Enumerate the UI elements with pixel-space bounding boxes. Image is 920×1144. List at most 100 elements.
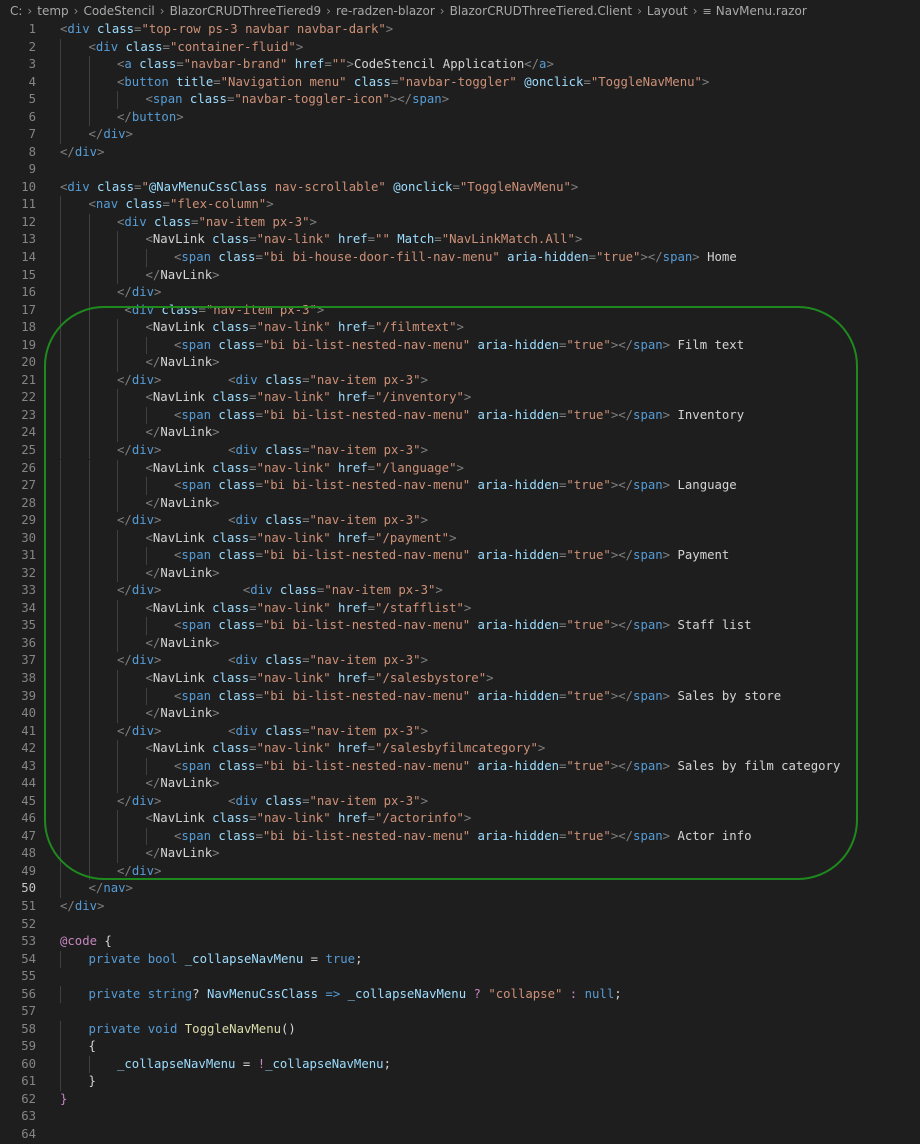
code-line[interactable]: 41 </div> <div class="nav-item px-3"> — [0, 723, 920, 741]
code-token: button — [131, 109, 177, 124]
code-line[interactable]: 16 </div> — [0, 284, 920, 302]
code-line[interactable]: 1 <div class="top-row ps-3 navbar navbar-… — [0, 21, 920, 39]
code-line[interactable]: 58 private void ToggleNavMenu() — [0, 1021, 920, 1039]
code-token: div — [131, 442, 155, 457]
code-line[interactable]: 34 <NavLink class="nav-link" href="/staff… — [0, 600, 920, 618]
code-line[interactable]: 4 <button title="Navigation menu" class="… — [0, 74, 920, 92]
code-token: "collapse" — [488, 986, 563, 1001]
code-line[interactable]: 21 </div> <div class="nav-item px-3"> — [0, 372, 920, 390]
code-line[interactable]: 59 { — [0, 1038, 920, 1056]
breadcrumb-item[interactable]: CodeStencil — [83, 4, 154, 18]
breadcrumb-item[interactable]: C: — [10, 4, 22, 18]
code-line[interactable]: 52 — [0, 916, 920, 934]
code-line[interactable]: 64 — [0, 1126, 920, 1144]
indent-guide — [88, 722, 90, 741]
code-text: </div> — [89, 126, 133, 144]
code-line[interactable]: 12 <div class="nav-item px-3"> — [0, 214, 920, 232]
code-line[interactable]: 13 <NavLink class="nav-link" href="" Matc… — [0, 231, 920, 249]
code-line[interactable]: 45 </div> <div class="nav-item px-3"> — [0, 793, 920, 811]
indent-guide — [145, 547, 147, 565]
code-line[interactable]: 17 <div class="nav-item px-3"> — [0, 302, 920, 320]
indent-guide — [88, 582, 90, 600]
code-line[interactable]: 14 <span class="bi bi-house-door-fill-nav… — [0, 249, 920, 267]
code-line[interactable]: 36 </NavLink> — [0, 635, 920, 653]
indent-guide — [60, 213, 61, 232]
breadcrumb-item[interactable]: Layout — [647, 4, 688, 18]
code-line[interactable]: 11 <nav class="flex-column"> — [0, 196, 920, 214]
code-token: "" — [375, 232, 390, 247]
code-token: = — [302, 653, 310, 668]
code-token: class — [131, 57, 177, 72]
code-token: < — [161, 442, 236, 457]
breadcrumb-item[interactable]: BlazorCRUDThreeTiered.Client — [450, 4, 633, 18]
code-line[interactable]: 43 <span class="bi bi-list-nested-nav-men… — [0, 758, 920, 776]
code-token: "ToggleNavMenu" — [459, 179, 571, 194]
code-line[interactable]: 2 <div class="container-fluid"> — [0, 39, 920, 57]
code-token: div — [95, 39, 119, 54]
code-line[interactable]: 25 </div> <div class="nav-item px-3"> — [0, 442, 920, 460]
code-line[interactable]: 44 </NavLink> — [0, 775, 920, 793]
code-token: class — [346, 74, 391, 89]
code-line[interactable]: 8 </div> — [0, 144, 920, 162]
code-line[interactable]: 27 <span class="bi bi-list-nested-nav-men… — [0, 477, 920, 495]
code-line[interactable]: 61} — [0, 1073, 920, 1091]
code-line[interactable]: 37 </div> <div class="nav-item px-3"> — [0, 652, 920, 670]
code-line[interactable]: 57 — [0, 1003, 920, 1021]
code-line[interactable]: 30 <NavLink class="nav-link" href="/payme… — [0, 530, 920, 548]
indent-guide — [117, 389, 118, 407]
code-line[interactable]: 15 </NavLink> — [0, 267, 920, 285]
breadcrumb-item[interactable]: re-radzen-blazor — [336, 4, 435, 18]
code-token: @onclick — [385, 179, 453, 194]
code-line[interactable]: 18 <NavLink class="nav-link" href="/filmt… — [0, 319, 920, 337]
code-line[interactable]: 40 </NavLink> — [0, 705, 920, 723]
code-line[interactable]: 23 <span class="bi bi-list-nested-nav-men… — [0, 407, 920, 425]
code-line[interactable]: 55 — [0, 968, 920, 986]
indent-guide — [60, 827, 61, 846]
code-line[interactable]: 46 <NavLink class="nav-link" href="/actor… — [0, 810, 920, 828]
code-token: class — [204, 530, 250, 545]
code-line[interactable]: 10 <div class="@NavMenuCssClass nav-scrol… — [0, 179, 920, 197]
code-token: href — [330, 320, 368, 335]
breadcrumb-item[interactable]: temp — [37, 4, 68, 18]
code-line[interactable]: 50 </nav> — [0, 880, 920, 898]
breadcrumb-item[interactable]: NavMenu.razor — [716, 4, 807, 18]
code-line[interactable]: 7 </div> — [0, 126, 920, 144]
code-line[interactable]: 63 — [0, 1108, 920, 1126]
code-token: bool — [140, 951, 178, 966]
code-line[interactable]: 54 private bool _collapseNavMenu = true; — [0, 951, 920, 969]
code-line[interactable]: 24 </NavLink> — [0, 424, 920, 442]
code-line[interactable]: 32 </NavLink> — [0, 565, 920, 583]
code-line[interactable]: 3 <a class="navbar-brand" href="">CodeSte… — [0, 56, 920, 74]
code-line[interactable]: 6 </button> — [0, 109, 920, 127]
code-line[interactable]: 33 </div> <div class="nav-item px-3"> — [0, 582, 920, 600]
code-line[interactable]: 26 <NavLink class="nav-link" href="/langu… — [0, 460, 920, 478]
indent-guide — [60, 985, 61, 1004]
code-token: </ — [145, 706, 161, 721]
code-token: = — [249, 460, 257, 475]
code-line[interactable]: 20 </NavLink> — [0, 354, 920, 372]
code-line[interactable]: 38 <NavLink class="nav-link" href="/sales… — [0, 670, 920, 688]
code-line[interactable]: 62} — [0, 1091, 920, 1109]
breadcrumb-item[interactable]: BlazorCRUDThreeTiered9 — [170, 4, 322, 18]
code-line[interactable]: 53 @code { — [0, 933, 920, 951]
code-line[interactable]: 19 <span class="bi bi-list-nested-nav-men… — [0, 337, 920, 355]
code-line[interactable]: 51 </div> — [0, 898, 920, 916]
code-line[interactable]: 9 — [0, 161, 920, 179]
code-line[interactable]: 31 <span class="bi bi-list-nested-nav-men… — [0, 547, 920, 565]
code-line[interactable]: 56 private string? NavMenuCssClass => _co… — [0, 986, 920, 1004]
code-line[interactable]: 28 </NavLink> — [0, 495, 920, 513]
code-token: href — [287, 57, 325, 72]
code-line[interactable]: 48 </NavLink> — [0, 845, 920, 863]
line-number: 29 — [21, 513, 36, 528]
code-line[interactable]: 60 _collapseNavMenu = !_collapseNavMenu; — [0, 1056, 920, 1074]
code-line[interactable]: 29 </div> <div class="nav-item px-3"> — [0, 512, 920, 530]
code-line[interactable]: 39 <span class="bi bi-list-nested-nav-men… — [0, 688, 920, 706]
code-token: "nav-item px-3" — [205, 302, 317, 317]
code-line[interactable]: 42 <NavLink class="nav-link" href="/sales… — [0, 740, 920, 758]
code-line[interactable]: 5 <span class="navbar-toggler-icon"></spa… — [0, 91, 920, 109]
code-line[interactable]: 47 <span class="bi bi-list-nested-nav-men… — [0, 828, 920, 846]
code-token: = — [249, 530, 257, 545]
code-line[interactable]: 49 </div> — [0, 863, 920, 881]
code-line[interactable]: 35 <span class="bi bi-list-nested-nav-men… — [0, 617, 920, 635]
code-line[interactable]: 22 <NavLink class="nav-link" href="/inven… — [0, 389, 920, 407]
